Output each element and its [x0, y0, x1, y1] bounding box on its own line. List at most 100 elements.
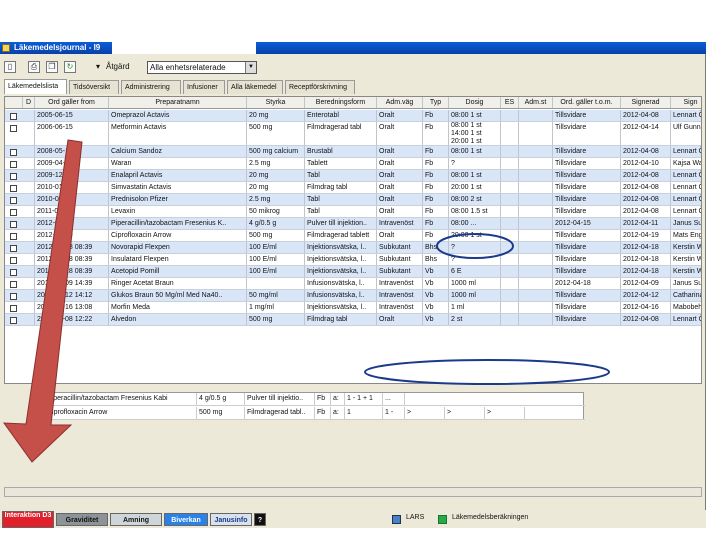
column-header[interactable]: Ord. gäller t.o.m. [553, 97, 621, 108]
refresh-icon[interactable]: ↻ [64, 61, 76, 73]
table-row[interactable]: 2005-06-15 Omeprazol Actavis 20 mg Enterota… [5, 110, 701, 122]
calculator-icon[interactable] [438, 515, 447, 524]
help-button[interactable]: ? [254, 513, 266, 526]
table-row[interactable]: 2006-06-15 Metformin Actavis 500 mg Filmdra… [5, 122, 701, 146]
tab-lakemedelslista[interactable]: Läkemedelslista [4, 79, 67, 94]
new-document-icon[interactable]: ▯ [4, 61, 16, 73]
table-row[interactable]: 2010-05-15 Prednisolon Pfizer 2.5 mg Tabl Or… [5, 194, 701, 206]
table-row[interactable]: 2011-01-15 Levaxin 50 mikrog Tabl Oralt Fb 08:… [5, 206, 701, 218]
row-checkbox[interactable] [10, 281, 17, 288]
table-cell: 2012-04-12 14:12 [35, 290, 109, 301]
tab-administrering[interactable]: Administrering [121, 80, 181, 94]
table-row[interactable]: 2010-01-15 Simvastatin Actavis 20 mg Filmdr… [5, 182, 701, 194]
row-checkbox[interactable] [10, 185, 17, 192]
column-header[interactable] [5, 97, 23, 108]
popup-row[interactable]: Ciprofloxacin Arrow 500 mg Filmdragerad ta… [45, 407, 585, 420]
horizontal-scrollbar[interactable] [4, 487, 702, 497]
table-cell: 2012-04-18 [621, 254, 671, 265]
row-checkbox[interactable] [10, 161, 17, 168]
table-cell: 2009-12-15 [35, 170, 109, 181]
interaction-button[interactable]: Interaktion D3 [2, 511, 54, 528]
table-cell [519, 182, 553, 193]
table-row[interactable]: 2012-04-11 Piperacillin/tazobactam Fresen… [5, 218, 701, 230]
table-row[interactable]: 2012-04-18 08:39 Acetopid Pomill 100 E/ml I… [5, 266, 701, 278]
column-header[interactable]: Dosig [449, 97, 501, 108]
table-cell: 2008-05-15 [35, 146, 109, 157]
row-checkbox[interactable] [10, 305, 17, 312]
janusinfo-button[interactable]: Janusinfo [210, 513, 252, 526]
table-cell [23, 230, 35, 241]
tab-receptforskrivning[interactable]: Receptförskrivning [285, 80, 355, 94]
table-cell: 2012-04-18 08:39 [35, 242, 109, 253]
column-header[interactable]: Typ [423, 97, 449, 108]
table-row[interactable]: 2012-04-19 Ciprofloxacin Arrow 500 mg Filmd… [5, 230, 701, 242]
column-header[interactable]: Preparatnamn [109, 97, 247, 108]
status-bar: Interaktion D3 Graviditet Amning Biverka… [0, 510, 706, 528]
row-checkbox[interactable] [10, 113, 17, 120]
table-row[interactable]: 2012-04-16 13:08 Morfin Meda 1 mg/ml Injekt… [5, 302, 701, 314]
table-cell [501, 110, 519, 121]
row-checkbox[interactable] [10, 173, 17, 180]
column-header[interactable]: ES [501, 97, 519, 108]
filter-select[interactable]: Alla enhetsrelaterade ▼ [147, 61, 257, 74]
table-row[interactable]: 2009-04-10 Waran 2.5 mg Tablett Oralt Fb? Till… [5, 158, 701, 170]
table-row[interactable]: 2012-04-08 12:22 Alvedon 500 mg Filmdrag ta… [5, 314, 701, 326]
row-checkbox[interactable] [10, 125, 17, 132]
table-row[interactable]: 2012-04-12 14:12 Glukos Braun 50 Mg/ml Me… [5, 290, 701, 302]
table-cell: Tillsvidare [553, 266, 621, 277]
tab-alla-lakemedel[interactable]: Alla läkemedel [227, 80, 283, 94]
popup-cell: Ciprofloxacin Arrow [45, 407, 197, 420]
lars-label[interactable]: LARS [406, 514, 424, 521]
row-checkbox[interactable] [10, 257, 17, 264]
row-checkbox[interactable] [10, 269, 17, 276]
table-cell: 2012-04-08 [621, 314, 671, 325]
row-checkbox[interactable] [10, 245, 17, 252]
column-header[interactable]: D [23, 97, 35, 108]
row-checkbox[interactable] [10, 149, 17, 156]
popup-row[interactable]: Piperacillin/tazobactam Fresenius Kabi 4 … [45, 393, 585, 406]
table-cell [23, 266, 35, 277]
table-cell [519, 206, 553, 217]
copy-icon[interactable]: ❐ [46, 61, 58, 73]
column-header[interactable]: Signerad [621, 97, 671, 108]
action-menu[interactable]: Åtgärd [106, 62, 130, 71]
action-dropdown-icon[interactable]: ▾ [96, 62, 100, 71]
print-icon[interactable]: ⎙ [28, 61, 40, 73]
table-cell [501, 254, 519, 265]
table-cell [23, 206, 35, 217]
row-checkbox[interactable] [10, 233, 17, 240]
table-cell: Filmdragerad tablett [305, 230, 377, 241]
column-header[interactable]: Styrka [247, 97, 305, 108]
chevron-down-icon[interactable]: ▼ [245, 62, 256, 73]
table-row[interactable]: 2012-04-18 08:39 Novorapid Flexpen 100 E/m… [5, 242, 701, 254]
row-checkbox[interactable] [10, 209, 17, 216]
column-header[interactable]: Sign [671, 97, 701, 108]
row-checkbox[interactable] [10, 317, 17, 324]
tab-infusioner[interactable]: Infusioner [183, 80, 225, 94]
row-checkbox[interactable] [10, 221, 17, 228]
medication-calculation-label[interactable]: Läkemedelsberäkningen [452, 514, 528, 521]
interaction-popup: Piperacillin/tazobactam Fresenius Kabi 4 … [44, 392, 585, 420]
table-row[interactable]: 2012-04-09 14:39 Ringer Acetat Braun Infus… [5, 278, 701, 290]
table-cell: 1000 ml [449, 278, 501, 289]
graviditet-button[interactable]: Graviditet [56, 513, 108, 526]
table-row[interactable]: 2012-04-18 08:39 Insulatard Flexpen 100 E/… [5, 254, 701, 266]
table-cell: Injektionsvätska, l.. [305, 302, 377, 313]
tab-tidsoversikt[interactable]: Tidsöversikt [69, 80, 119, 94]
row-checkbox[interactable] [10, 197, 17, 204]
table-cell: Mats Eng [671, 230, 701, 241]
column-header[interactable]: Beredningsform [305, 97, 377, 108]
column-header[interactable]: Ord gäller from [35, 97, 109, 108]
table-row[interactable]: 2008-05-15 Calcium Sandoz 500 mg calcium Br… [5, 146, 701, 158]
table-cell: Pulver till injektion.. [305, 218, 377, 229]
row-checkbox[interactable] [10, 293, 17, 300]
column-header[interactable]: Adm.st [519, 97, 553, 108]
biverkan-button[interactable]: Biverkan [164, 513, 208, 526]
table-row[interactable]: 2009-12-15 Enalapril Actavis 20 mg Tabl Oral… [5, 170, 701, 182]
lars-icon[interactable] [392, 515, 401, 524]
column-header[interactable]: Adm.väg [377, 97, 423, 108]
amning-button[interactable]: Amning [110, 513, 162, 526]
popup-cell: > [445, 407, 485, 420]
table-cell: 500 mg [247, 122, 305, 145]
table-cell: Injektionsvätska, l.. [305, 254, 377, 265]
